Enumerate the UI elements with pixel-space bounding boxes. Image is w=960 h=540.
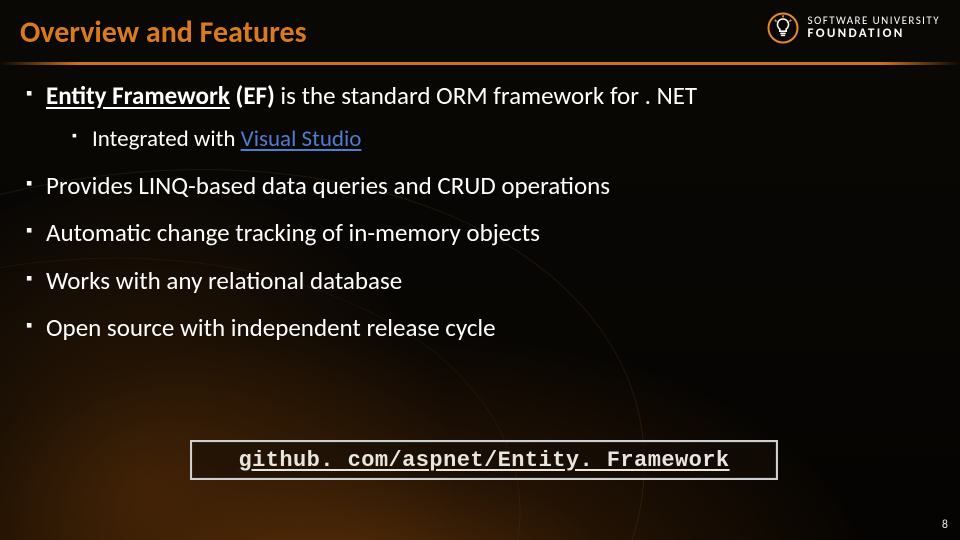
repo-link-box[interactable]: github. com/aspnet/Entity. Framework [190,440,778,480]
text-segment: Integrated with [92,125,241,153]
title-row: Overview and Features SOFTWARE UNIVERSIT… [20,14,940,51]
page-number: 8 [942,518,948,532]
logo-line2: FOUNDATION [807,27,940,41]
text-segment: (EF) [230,80,275,111]
logo: SOFTWARE UNIVERSITY FOUNDATION [767,12,940,44]
bullet-item: Provides LINQ-based data queries and CRU… [24,170,936,201]
text-segment: Entity Framework [46,80,230,111]
bullet-item: Works with any relational database [24,265,936,296]
lightbulb-icon [767,12,799,44]
bullet-item: Entity Framework (EF) is the standard OR… [24,80,936,154]
slide-title: Overview and Features [20,14,307,51]
text-segment: Works with any relational database [46,265,402,296]
text-segment: Automatic change tracking of in-memory o… [46,217,540,248]
bullet-item: Automatic change tracking of in-memory o… [24,217,936,248]
content-area: Entity Framework (EF) is the standard OR… [24,80,936,359]
text-link[interactable]: Visual Studio [241,125,362,153]
title-underline [0,62,960,65]
logo-text: SOFTWARE UNIVERSITY FOUNDATION [807,15,940,40]
text-segment: is the standard ORM framework for . NET [275,80,697,111]
sub-bullet-item: Integrated with Visual Studio [72,125,936,154]
bullet-list: Entity Framework (EF) is the standard OR… [24,80,936,343]
bullet-item: Open source with independent release cyc… [24,312,936,343]
repo-link-text[interactable]: github. com/aspnet/Entity. Framework [238,448,729,473]
text-segment: Provides LINQ-based data queries and CRU… [46,170,610,201]
sub-bullet-list: Integrated with Visual Studio [46,125,936,154]
text-segment: Open source with independent release cyc… [46,312,496,343]
slide: Overview and Features SOFTWARE UNIVERSIT… [0,0,960,540]
